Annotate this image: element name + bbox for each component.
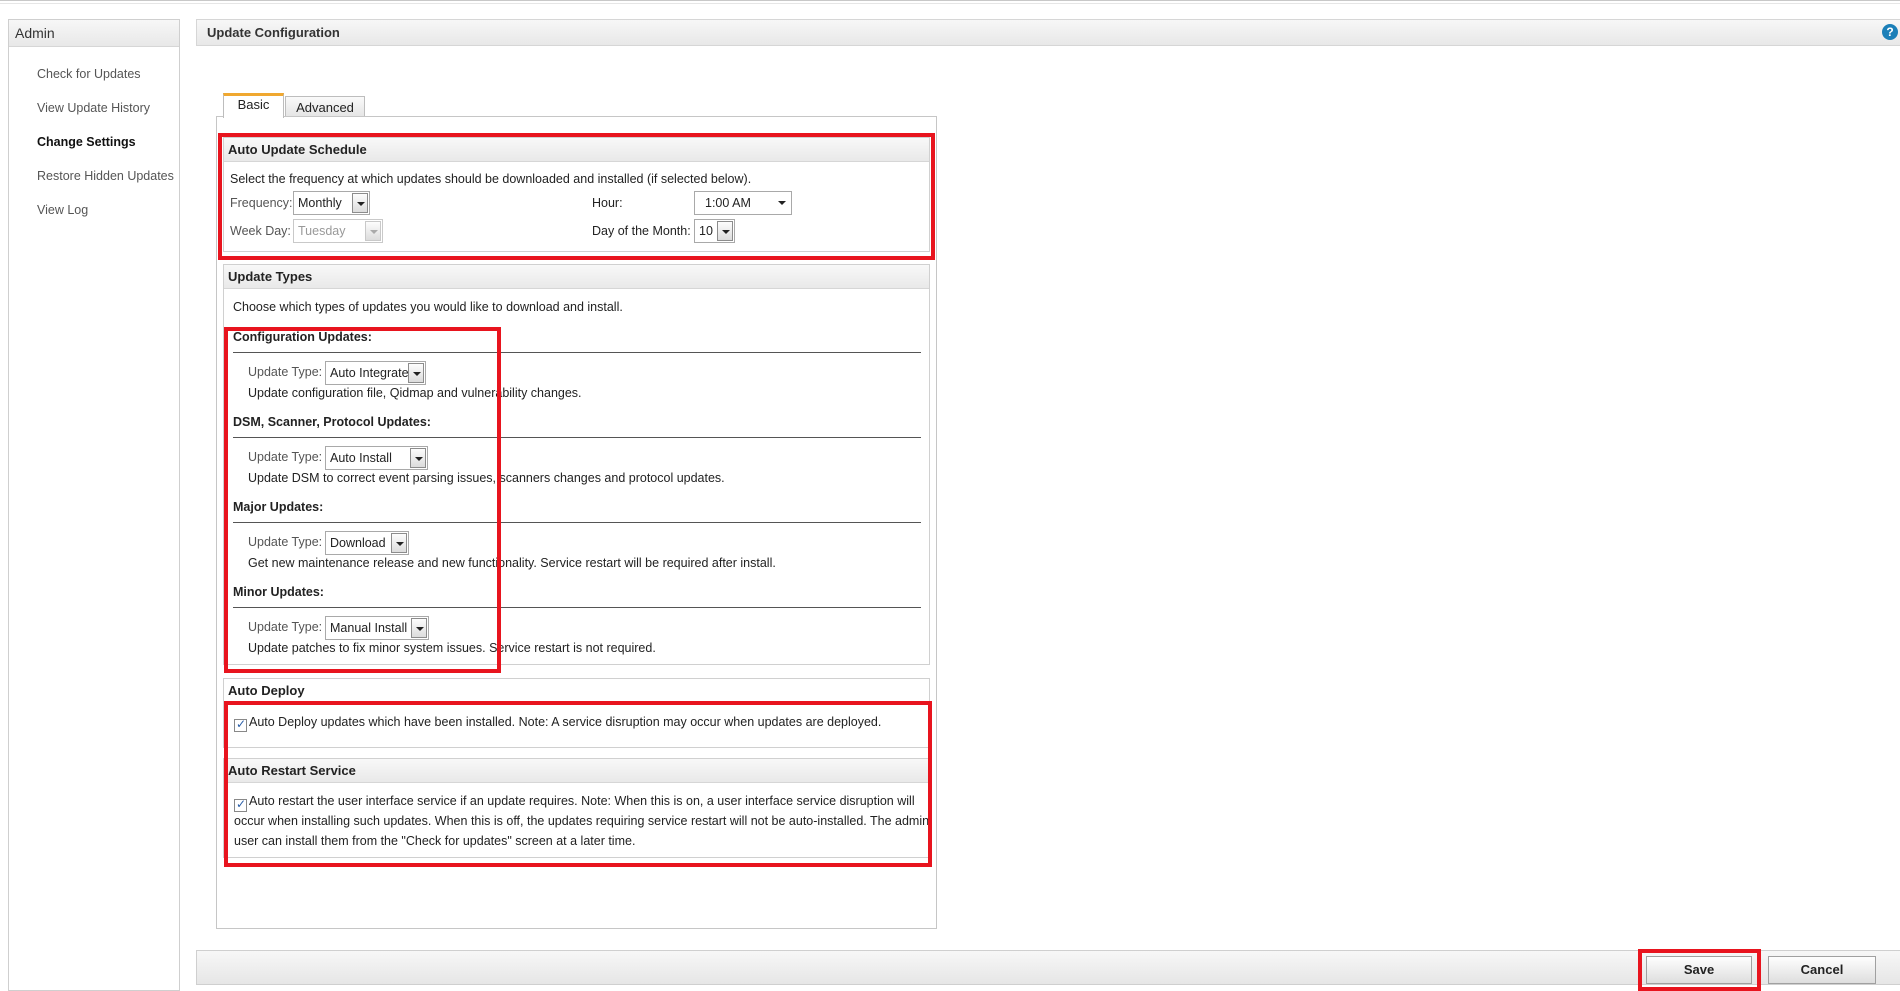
update-type-label: Update Type: xyxy=(248,450,323,464)
section-title-update-types: Update Types xyxy=(224,265,929,289)
chevron-down-icon xyxy=(717,221,733,241)
divider xyxy=(233,607,921,608)
major-updates-heading: Major Updates: xyxy=(233,500,324,514)
major-update-type-value: Download xyxy=(330,536,386,550)
section-title-auto-update-schedule: Auto Update Schedule xyxy=(224,138,929,162)
sidebar-item-change-settings[interactable]: Change Settings xyxy=(37,132,179,166)
divider xyxy=(233,522,921,523)
day-of-month-label: Day of the Month: xyxy=(592,224,691,238)
configuration-update-type-select[interactable]: Auto Integrate xyxy=(325,361,426,385)
save-button[interactable]: Save xyxy=(1646,956,1752,984)
chevron-down-icon xyxy=(391,533,407,553)
chevron-down-icon xyxy=(410,448,426,468)
frequency-value: Monthly xyxy=(298,196,342,210)
weekday-value: Tuesday xyxy=(298,224,346,238)
auto-restart-text-line1: Auto restart the user interface service … xyxy=(249,794,915,808)
auto-deploy-checkbox[interactable] xyxy=(234,717,247,732)
hour-value: 1:00 AM xyxy=(705,196,751,210)
day-of-month-select[interactable]: 10 xyxy=(694,219,735,243)
minor-updates-heading: Minor Updates: xyxy=(233,585,324,599)
hour-label: Hour: xyxy=(592,196,623,210)
sidebar-item-restore-hidden-updates[interactable]: Restore Hidden Updates xyxy=(37,166,179,200)
help-icon[interactable]: ? xyxy=(1882,24,1898,40)
dsm-update-type-select[interactable]: Auto Install xyxy=(325,446,428,470)
hour-select[interactable]: 1:00 AM xyxy=(694,191,792,215)
sidebar-item-view-update-history[interactable]: View Update History xyxy=(37,98,179,132)
frequency-label: Frequency: xyxy=(230,196,293,210)
dsm-scanner-protocol-updates-heading: DSM, Scanner, Protocol Updates: xyxy=(233,415,431,429)
update-type-label: Update Type: xyxy=(248,535,323,549)
tab-advanced[interactable]: Advanced xyxy=(285,96,365,117)
sidebar-item-view-log[interactable]: View Log xyxy=(37,200,179,234)
update-type-label: Update Type: xyxy=(248,620,323,634)
chevron-down-icon xyxy=(352,193,368,213)
auto-restart-checkbox[interactable] xyxy=(234,797,247,812)
sidebar-title: Admin xyxy=(9,20,179,47)
chevron-down-icon xyxy=(365,221,381,241)
minor-update-type-select[interactable]: Manual Install xyxy=(325,616,429,640)
cancel-button[interactable]: Cancel xyxy=(1768,956,1876,984)
page-title: Update Configuration xyxy=(196,19,1900,46)
section-title-auto-restart: Auto Restart Service xyxy=(224,759,929,783)
sidebar-item-check-for-updates[interactable]: Check for Updates xyxy=(37,64,179,98)
auto-restart-text-line2: occur when installing such updates. When… xyxy=(234,814,930,828)
dsm-updates-description: Update DSM to correct event parsing issu… xyxy=(248,471,725,485)
configuration-updates-heading: Configuration Updates: xyxy=(233,330,372,344)
sidebar-nav: Check for Updates View Update History Ch… xyxy=(9,47,179,234)
dsm-update-type-value: Auto Install xyxy=(330,451,392,465)
auto-deploy-text: Auto Deploy updates which have been inst… xyxy=(249,715,882,729)
auto-restart-text-line3: user can install them from the "Check fo… xyxy=(234,834,636,848)
window-top-border xyxy=(0,0,1900,4)
footer-toolbar xyxy=(196,950,1900,985)
chevron-down-icon xyxy=(774,193,790,213)
chevron-down-icon xyxy=(408,363,424,383)
section-title-auto-deploy: Auto Deploy xyxy=(224,679,929,703)
update-type-label: Update Type: xyxy=(248,365,323,379)
major-update-type-select[interactable]: Download xyxy=(325,531,409,555)
major-updates-description: Get new maintenance release and new func… xyxy=(248,556,776,570)
divider xyxy=(233,352,921,353)
chevron-down-icon xyxy=(411,618,427,638)
day-of-month-value: 10 xyxy=(699,224,713,238)
update-types-description: Choose which types of updates you would … xyxy=(233,300,623,314)
tab-basic[interactable]: Basic xyxy=(223,93,284,118)
weekday-select[interactable]: Tuesday xyxy=(293,219,383,243)
auto-deploy-section: Auto Deploy xyxy=(223,678,930,748)
configuration-updates-description: Update configuration file, Qidmap and vu… xyxy=(248,386,582,400)
configuration-update-type-value: Auto Integrate xyxy=(330,366,409,380)
frequency-select[interactable]: Monthly xyxy=(293,191,370,215)
schedule-description: Select the frequency at which updates sh… xyxy=(230,172,752,186)
divider xyxy=(233,437,921,438)
minor-updates-description: Update patches to fix minor system issue… xyxy=(248,641,656,655)
weekday-label: Week Day: xyxy=(230,224,291,238)
minor-update-type-value: Manual Install xyxy=(330,621,408,635)
admin-sidebar: Admin Check for Updates View Update Hist… xyxy=(8,19,180,991)
